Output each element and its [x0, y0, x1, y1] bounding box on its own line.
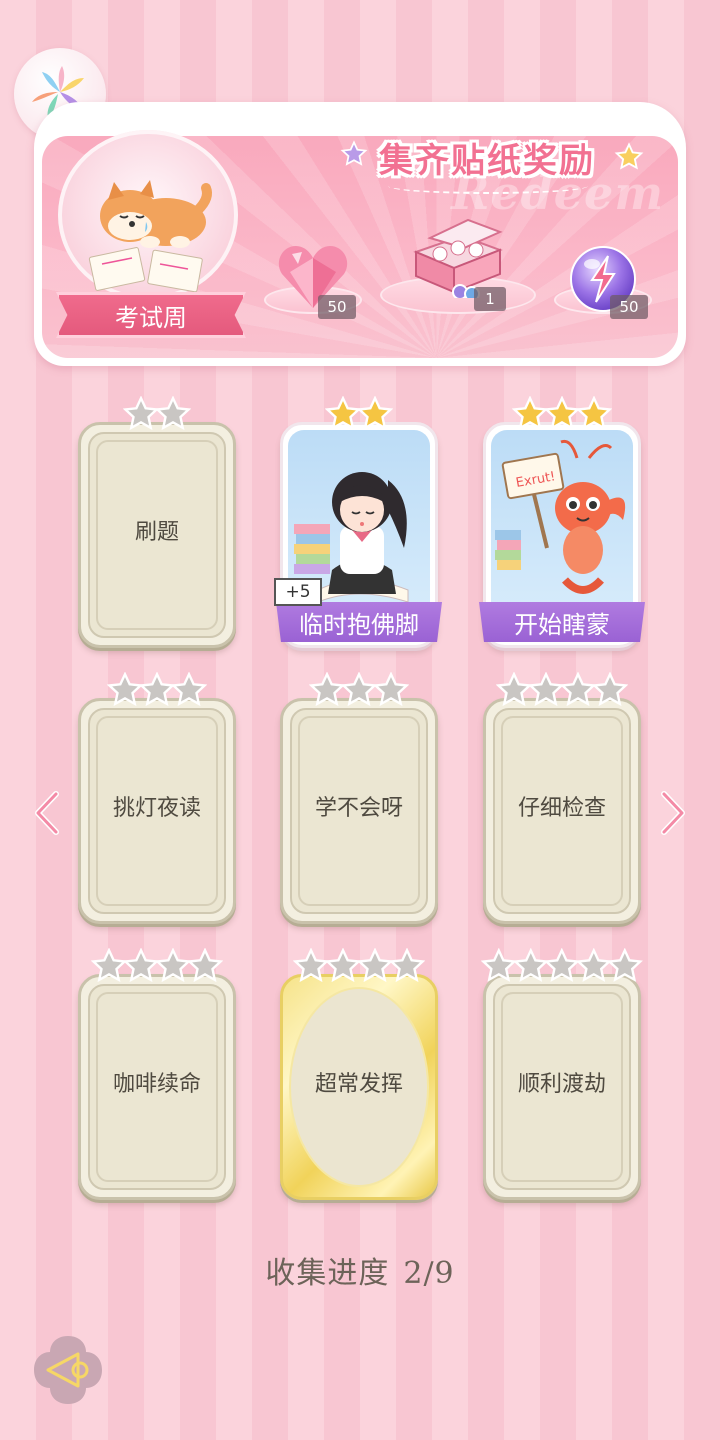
- rating-star-icon: [171, 672, 207, 707]
- card-stars: [280, 672, 438, 708]
- card-stars: [78, 396, 236, 432]
- rating-star-icon: [560, 672, 596, 707]
- lobster-illustration: Exrut!: [495, 439, 626, 594]
- collection-progress: 收集进度 2/9: [0, 1248, 720, 1292]
- rating-star-icon: [512, 948, 549, 982]
- rating-star-icon: [123, 948, 159, 983]
- sticker-card[interactable]: 仔细检查: [483, 672, 641, 924]
- rating-star-icon: [123, 396, 159, 431]
- rating-star-icon: [341, 672, 377, 707]
- card-stars: [483, 672, 641, 708]
- reward-count-gift: 1: [474, 287, 506, 311]
- card-name: 临时抱佛脚: [276, 602, 442, 642]
- card-name: 咖啡续命: [112, 1072, 201, 1097]
- rating-star-icon: [325, 948, 361, 983]
- rating-star-icon: [389, 948, 425, 983]
- rating-star-icon: [512, 396, 548, 431]
- rating-star-icon: [481, 948, 517, 982]
- rating-star-icon: [607, 948, 643, 982]
- rating-star-icon: [544, 948, 580, 982]
- title-dashed-line: [388, 178, 588, 194]
- card-stars: [483, 396, 641, 432]
- progress-value: 2/9: [403, 1256, 455, 1291]
- sticker-card[interactable]: 学不会呀: [280, 672, 438, 924]
- sticker-card[interactable]: 咖啡续命: [78, 948, 236, 1200]
- card-name: 挑灯夜读: [112, 796, 201, 821]
- card-name: 学不会呀: [314, 796, 403, 821]
- rating-star-icon: [309, 672, 345, 707]
- sticker-card[interactable]: Exrut! 开始瞎蒙: [479, 396, 645, 648]
- shiba-dog-icon: [88, 180, 212, 293]
- next-page-arrow-icon[interactable]: [658, 790, 688, 836]
- card-name: 开始瞎蒙: [479, 602, 645, 642]
- card-name: 刷题: [134, 520, 179, 545]
- reward-count-orb: 50: [610, 295, 648, 319]
- sticker-card[interactable]: 临时抱佛脚 +5: [274, 396, 442, 648]
- exam-week-orb: [58, 130, 238, 300]
- card-stars: [78, 948, 236, 984]
- rating-star-icon: [155, 948, 191, 983]
- rating-star-icon: [91, 948, 127, 983]
- theme-label: 考试周: [56, 292, 246, 338]
- rating-star-icon: [139, 672, 175, 707]
- card-name: 仔细检查: [517, 796, 606, 821]
- card-stars: [481, 948, 643, 984]
- back-button[interactable]: [30, 1332, 106, 1408]
- sticker-card[interactable]: 超常发挥: [280, 948, 438, 1200]
- sticker-card[interactable]: 刷题: [78, 396, 236, 648]
- rating-star-icon: [357, 948, 393, 983]
- gift-box-icon: [413, 218, 503, 298]
- bonus-badge: +5: [274, 578, 322, 606]
- rating-star-icon: [592, 672, 628, 707]
- rating-star-icon: [187, 948, 223, 983]
- reward-count-heart: 50: [318, 295, 356, 319]
- card-art: Exrut!: [491, 430, 633, 610]
- rating-star-icon: [373, 672, 409, 707]
- sticker-card[interactable]: 顺利渡劫: [481, 948, 643, 1200]
- rating-star-icon: [496, 672, 532, 707]
- card-name: 超常发挥: [314, 1072, 403, 1097]
- rating-star-icon: [107, 672, 143, 707]
- progress-label: 收集进度: [265, 1256, 390, 1291]
- rating-star-icon: [325, 396, 361, 431]
- rating-star-icon: [575, 948, 612, 982]
- rating-star-icon: [155, 396, 191, 431]
- card-stars: [280, 948, 438, 984]
- back-arrow-icon: [34, 1336, 102, 1404]
- sticker-card[interactable]: 挑灯夜读: [78, 672, 236, 924]
- rating-star-icon: [528, 672, 564, 707]
- card-stars: [280, 396, 438, 432]
- prev-page-arrow-icon[interactable]: [32, 790, 62, 836]
- card-name: 顺利渡劫: [517, 1072, 606, 1097]
- rating-star-icon: [357, 396, 393, 431]
- rating-star-icon: [293, 948, 329, 983]
- rating-star-icon: [576, 396, 612, 431]
- rating-star-icon: [544, 396, 580, 431]
- card-stars: [78, 672, 236, 708]
